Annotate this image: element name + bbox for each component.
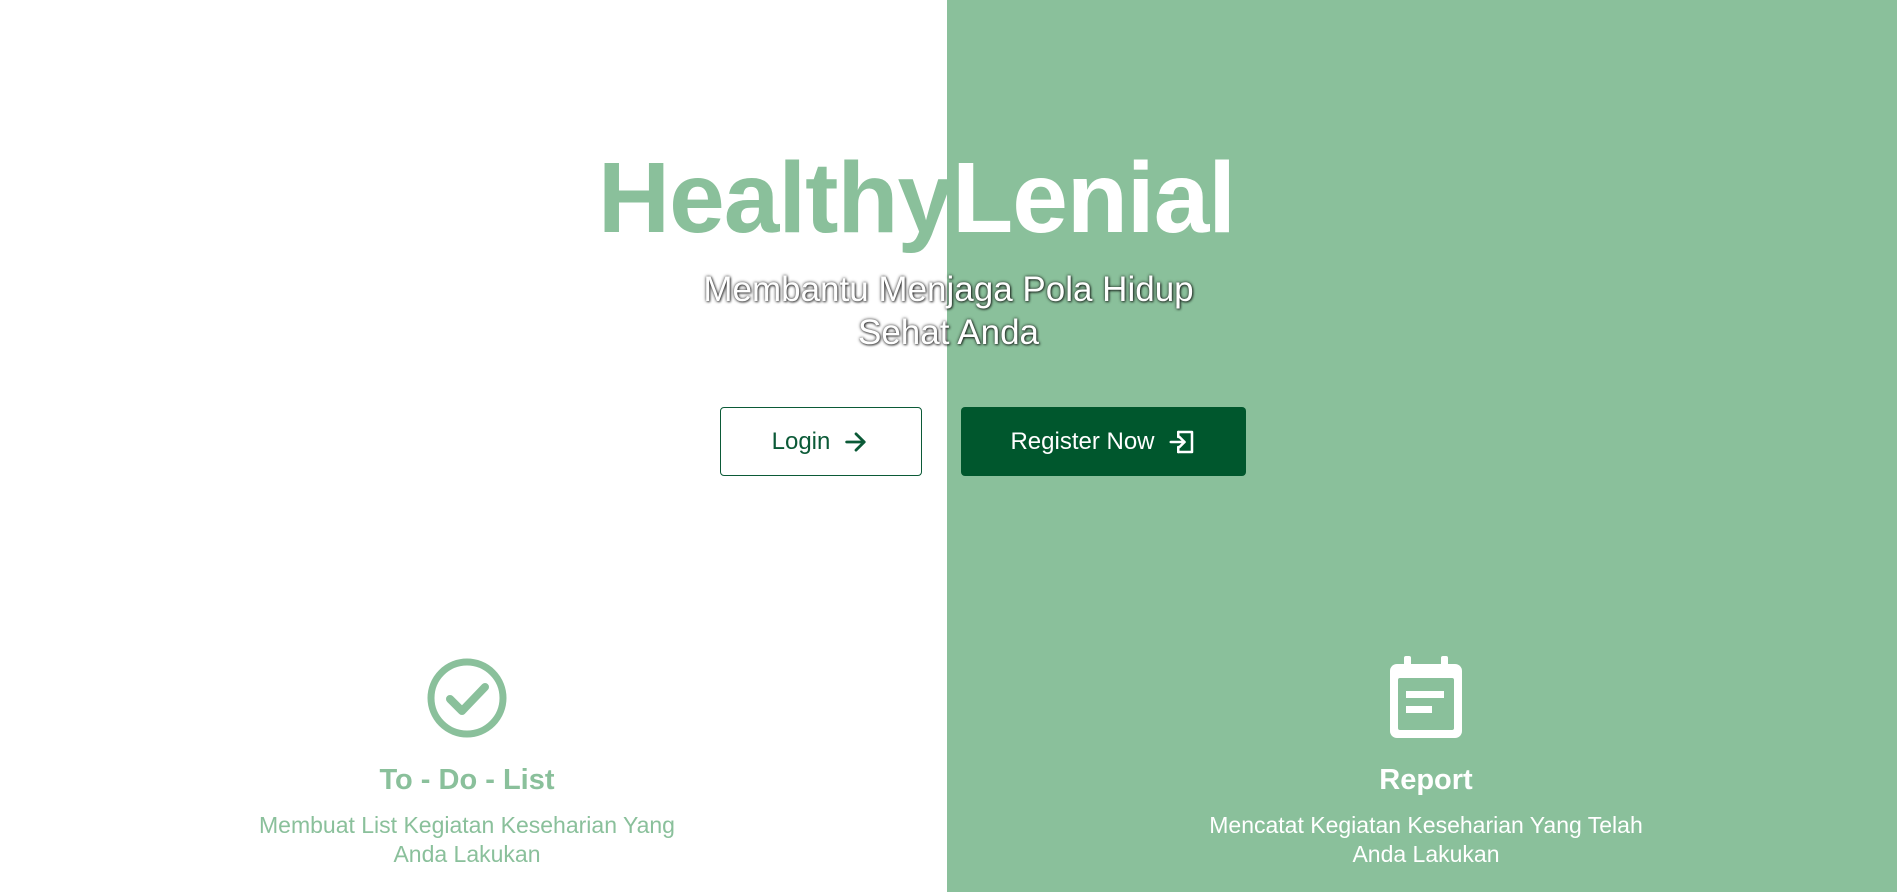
brand-title-part-lenial: Lenial bbox=[952, 142, 1236, 254]
tagline-line-1: Membantu Menjaga Pola Hidup bbox=[703, 270, 1194, 309]
feature-description-line-1: Membuat List Kegiatan Keseharian Yang bbox=[259, 812, 675, 838]
login-button[interactable]: Login bbox=[720, 407, 922, 476]
feature-title: To - Do - List bbox=[379, 764, 555, 796]
feature-description: Membuat List Kegiatan Keseharian Yang An… bbox=[227, 811, 707, 869]
feature-description: Mencatat Kegiatan Keseharian Yang Telah … bbox=[1186, 811, 1666, 869]
feature-description-line-1: Mencatat Kegiatan Keseharian Yang Telah bbox=[1209, 812, 1643, 838]
register-button-label: Register Now bbox=[1010, 427, 1155, 455]
tagline-line-2: Sehat Anda bbox=[858, 313, 1039, 352]
feature-description-line-2: Anda Lakukan bbox=[1352, 841, 1500, 867]
calendar-note-icon bbox=[1186, 655, 1666, 741]
feature-title: Report bbox=[1379, 764, 1473, 796]
register-now-button[interactable]: Register Now bbox=[961, 407, 1246, 476]
arrow-right-icon bbox=[842, 428, 870, 456]
brand-title-part-healthy: Healthy bbox=[597, 142, 953, 254]
hero-section: HealthyLenial Membantu Menjaga Pola Hidu… bbox=[0, 0, 1897, 892]
tagline: Membantu Menjaga Pola Hidup Sehat Anda bbox=[0, 268, 1897, 354]
login-button-label: Login bbox=[771, 427, 831, 455]
feature-description-line-2: Anda Lakukan bbox=[393, 841, 541, 867]
feature-report: Report Mencatat Kegiatan Keseharian Yang… bbox=[1186, 655, 1666, 869]
check-circle-icon bbox=[227, 655, 707, 741]
brand-title: HealthyLenial bbox=[0, 138, 1865, 258]
sign-in-icon bbox=[1167, 427, 1197, 457]
feature-todo-list: To - Do - List Membuat List Kegiatan Kes… bbox=[227, 655, 707, 869]
